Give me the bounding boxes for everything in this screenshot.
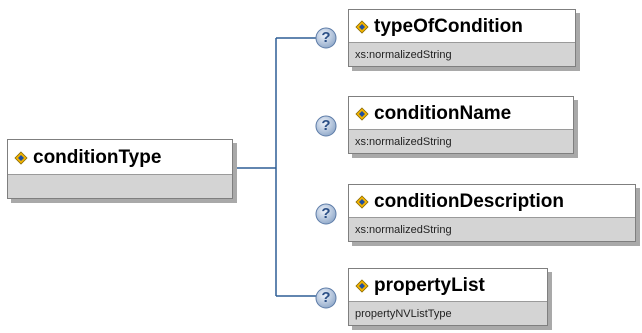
child-node-conditionDescription[interactable]: conditionDescription xs:normalizedString xyxy=(348,184,640,246)
child-node-propertyList[interactable]: propertyList propertyNVListType xyxy=(348,268,552,330)
element-name: typeOfCondition xyxy=(374,16,523,37)
help-icon[interactable]: ? xyxy=(315,115,337,137)
child-node-conditionName[interactable]: conditionName xs:normalizedString xyxy=(348,96,578,158)
element-name: conditionDescription xyxy=(374,191,564,212)
element-type: xs:normalizedString xyxy=(355,223,452,236)
element-icon xyxy=(355,279,369,293)
element-icon xyxy=(14,151,28,165)
element-icon xyxy=(355,195,369,209)
element-icon xyxy=(355,107,369,121)
root-name: conditionType xyxy=(33,147,162,168)
help-icon[interactable]: ? xyxy=(315,27,337,49)
root-node[interactable]: conditionType xyxy=(7,139,237,203)
child-node-typeOfCondition[interactable]: typeOfCondition xs:normalizedString xyxy=(348,9,580,71)
element-name: propertyList xyxy=(374,275,485,296)
help-icon[interactable]: ? xyxy=(315,203,337,225)
element-type: propertyNVListType xyxy=(355,307,452,320)
element-icon xyxy=(355,20,369,34)
help-icon[interactable]: ? xyxy=(315,287,337,309)
element-type: xs:normalizedString xyxy=(355,135,452,148)
element-name: conditionName xyxy=(374,103,512,124)
element-type: xs:normalizedString xyxy=(355,48,452,61)
